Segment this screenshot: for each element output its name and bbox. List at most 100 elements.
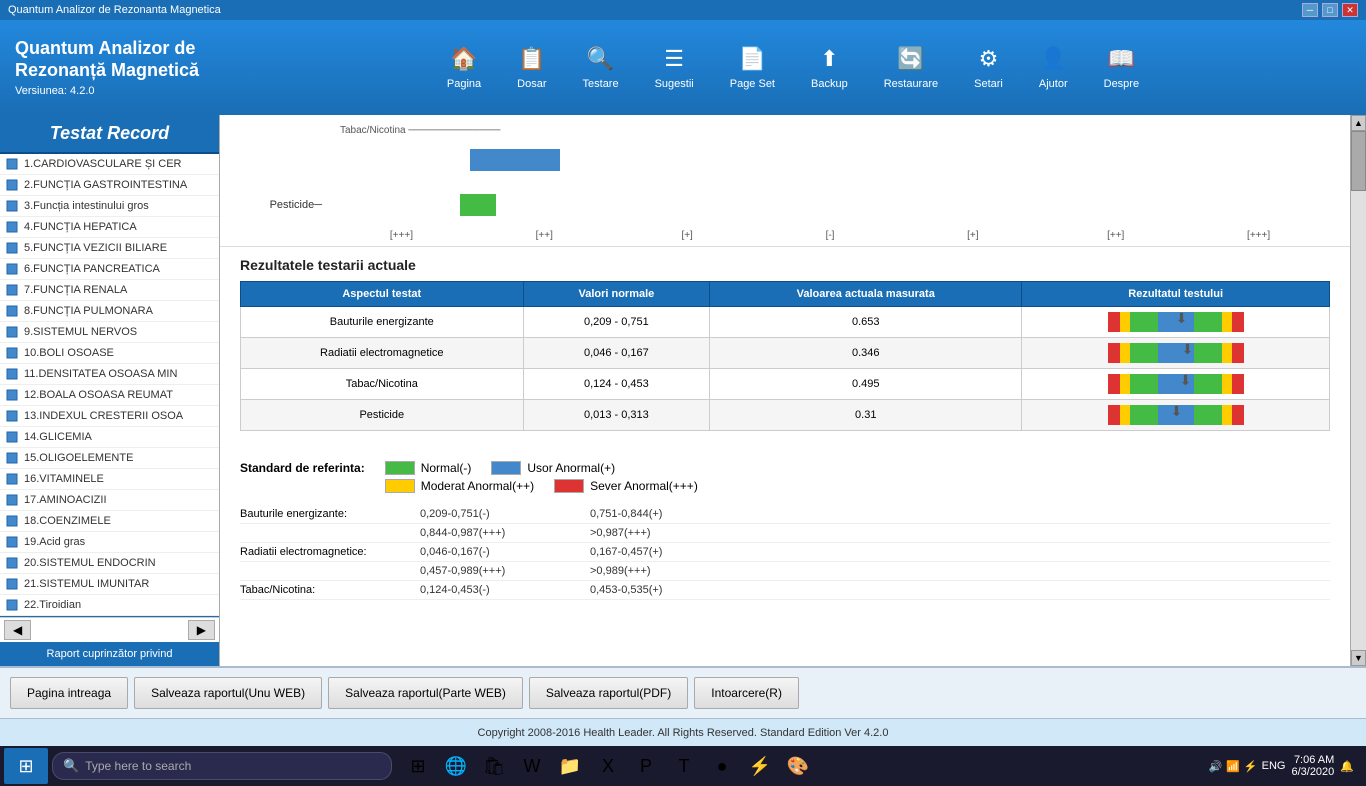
scroll-track[interactable] <box>1351 131 1366 650</box>
sidebar-item-14[interactable]: 14.GLICEMIA <box>0 427 219 448</box>
notifications-icon[interactable]: 🔔 <box>1340 760 1354 773</box>
taskbar-app-misc2[interactable]: 🎨 <box>780 748 816 784</box>
minimize-button[interactable]: ─ <box>1302 3 1318 17</box>
sidebar-item-12[interactable]: 12.BOALA OSOASA REUMAT <box>0 385 219 406</box>
taskbar-app-powerpoint[interactable]: P <box>628 748 664 784</box>
main-layout: Testat Record 1.CARDIOVASCULARE ȘI CER 2… <box>0 115 1366 666</box>
sidebar-item-label-22: 22.Tiroidian <box>24 599 81 611</box>
sidebar-item-18[interactable]: 18.COENZIMELE <box>0 511 219 532</box>
nav-item-testare[interactable]: 🔍Testare <box>565 38 637 98</box>
legend-color-usor <box>491 461 521 475</box>
sidebar-item-label-18: 18.COENZIMELE <box>24 515 111 527</box>
taskbar-app-excel[interactable]: X <box>590 748 626 784</box>
taskbar-app-edge[interactable]: 🌐 <box>438 748 474 784</box>
taskbar-app-misc1[interactable]: ⚡ <box>742 748 778 784</box>
ref-val-radiatii-1: 0,046-0,167(-) <box>420 546 570 558</box>
nav-item-despre[interactable]: 📖 Despre <box>1086 38 1157 98</box>
sidebar-item-5[interactable]: 5.FUNCȚIA VEZICII BILIARE <box>0 238 219 259</box>
nav-item-page_set[interactable]: 📄Page Set <box>712 38 793 98</box>
reference-section: Standard de referinta: Normal(-) Usor An… <box>220 451 1350 610</box>
nav-icon-testare: 🔍 <box>587 46 614 72</box>
nav-item-setari[interactable]: ⚙Setari <box>956 38 1021 98</box>
reference-rows: Bauturile energizante: 0,209-0,751(-) 0,… <box>240 505 1330 600</box>
nav-icon-despre: 📖 <box>1108 46 1135 72</box>
tray-battery-icon: ⚡ <box>1244 760 1258 773</box>
ref-val-tabac-2: 0,453-0,535(+) <box>590 584 740 596</box>
taskbar-app-chrome[interactable]: ● <box>704 748 740 784</box>
ref-row-tabac: Tabac/Nicotina: 0,124-0,453(-) 0,453-0,5… <box>240 581 1330 600</box>
start-button[interactable]: ⊞ <box>4 748 48 784</box>
nav-item-sugestii[interactable]: ☰Sugestii <box>637 38 712 98</box>
sidebar-item-label-3: 3.Funcția intestinului gros <box>24 200 149 212</box>
nav-label-setari: Setari <box>974 78 1003 90</box>
sidebar-item-6[interactable]: 6.FUNCȚIA PANCREATICA <box>0 259 219 280</box>
col-header-result: Rezultatul testului <box>1022 282 1330 307</box>
sidebar-item-22[interactable]: 22.Tiroidian <box>0 595 219 616</box>
sidebar-list[interactable]: 1.CARDIOVASCULARE ȘI CER 2.FUNCȚIA GASTR… <box>0 154 219 617</box>
nav-item-backup[interactable]: ⬆Backup <box>793 38 866 98</box>
nav-item-pagina[interactable]: 🏠Pagina <box>429 38 499 98</box>
sidebar-item-10[interactable]: 10.BOLI OSOASE <box>0 343 219 364</box>
nav-icon-restaurare: 🔄 <box>897 46 924 72</box>
taskbar-app-explorer[interactable]: 📁 <box>552 748 588 784</box>
sidebar-report-btn[interactable]: Raport cuprinzător privind <box>0 642 219 666</box>
sidebar-item-3[interactable]: 3.Funcția intestinului gros <box>0 196 219 217</box>
ref-val-bauturile-4: >0,987(+++) <box>590 527 740 539</box>
nav-label-page_set: Page Set <box>730 78 775 90</box>
ref-label-tabac: Tabac/Nicotina: <box>240 584 400 596</box>
sidebar-item-19[interactable]: 19.Acid gras <box>0 532 219 553</box>
sidebar-item-icon-21 <box>4 576 20 592</box>
nav-label-sugestii: Sugestii <box>655 78 694 90</box>
scroll-down-btn[interactable]: ▼ <box>1351 650 1366 666</box>
pagina-intreaga-btn[interactable]: Pagina intreaga <box>10 677 128 709</box>
legend-label-moderat: Moderat Anormal(++) <box>421 479 534 493</box>
ref-label-bauturile: Bauturile energizante: <box>240 508 400 520</box>
tray-network-icon: 🔊 <box>1209 760 1223 773</box>
taskbar-app-task-view[interactable]: ⊞ <box>400 748 436 784</box>
sidebar-item-16[interactable]: 16.VITAMINELE <box>0 469 219 490</box>
sidebar-item-15[interactable]: 15.OLIGOELEMENTE <box>0 448 219 469</box>
nav-label-dosar: Dosar <box>517 78 546 90</box>
taskbar-app-store[interactable]: 🛍 <box>476 748 512 784</box>
table-row: Tabac/Nicotina 0,124 - 0,453 0.495 ⬇ <box>241 369 1330 400</box>
sidebar-item-7[interactable]: 7.FUNCȚIA RENALA <box>0 280 219 301</box>
sidebar-item-2[interactable]: 2.FUNCȚIA GASTROINTESTINA <box>0 175 219 196</box>
intoarcere-btn[interactable]: Intoarcere(R) <box>694 677 799 709</box>
sidebar-item-21[interactable]: 21.SISTEMUL IMUNITAR <box>0 574 219 595</box>
ref-row-bauturile: Bauturile energizante: 0,209-0,751(-) 0,… <box>240 505 1330 524</box>
cell-actual: 0.653 <box>710 307 1022 338</box>
taskbar-app-teamviewer[interactable]: T <box>666 748 702 784</box>
close-button[interactable]: ✕ <box>1342 3 1358 17</box>
nav-item-dosar[interactable]: 📋Dosar <box>499 38 564 98</box>
content-area[interactable]: Tabac/Nicotina ───────────── Pesticide─ <box>220 115 1350 666</box>
nav-item-ajutor[interactable]: 👤Ajutor <box>1021 38 1086 98</box>
sidebar-item-13[interactable]: 13.INDEXUL CRESTERII OSOA <box>0 406 219 427</box>
chart-row-tabac <box>240 140 1330 180</box>
sidebar-item-20[interactable]: 20.SISTEMUL ENDOCRIN <box>0 553 219 574</box>
sidebar-item-1[interactable]: 1.CARDIOVASCULARE ȘI CER <box>0 154 219 175</box>
sidebar-item-icon-1 <box>4 156 20 172</box>
nav-label-despre: Despre <box>1104 78 1139 90</box>
sidebar-next-btn[interactable]: ▶ <box>188 620 215 640</box>
sidebar-item-17[interactable]: 17.AMINOACIZII <box>0 490 219 511</box>
save-pdf-btn[interactable]: Salveaza raportul(PDF) <box>529 677 688 709</box>
title-bar-controls[interactable]: ─ □ ✕ <box>1302 3 1358 17</box>
sidebar-prev-btn[interactable]: ◀ <box>4 620 31 640</box>
sidebar-item-9[interactable]: 9.SISTEMUL NERVOS <box>0 322 219 343</box>
scrollbar[interactable]: ▲ ▼ <box>1350 115 1366 666</box>
sidebar-item-8[interactable]: 8.FUNCȚIA PULMONARA <box>0 301 219 322</box>
sidebar-item-4[interactable]: 4.FUNCȚIA HEPATICA <box>0 217 219 238</box>
maximize-button[interactable]: □ <box>1322 3 1338 17</box>
taskbar-search[interactable]: 🔍 Type here to search <box>52 752 392 780</box>
scroll-up-btn[interactable]: ▲ <box>1351 115 1366 131</box>
sidebar-item-11[interactable]: 11.DENSITATEA OSOASA MIN <box>0 364 219 385</box>
scroll-thumb[interactable] <box>1351 131 1366 191</box>
results-title: Rezultatele testarii actuale <box>240 257 1330 273</box>
nav-item-restaurare[interactable]: 🔄Restaurare <box>866 38 956 98</box>
ref-row-radiatii-2: 0,457-0,989(+++) >0,989(+++) <box>240 562 1330 581</box>
cell-actual: 0.31 <box>710 400 1022 431</box>
save-unu-btn[interactable]: Salveaza raportul(Unu WEB) <box>134 677 322 709</box>
app-footer: Copyright 2008-2016 Health Leader. All R… <box>0 718 1366 746</box>
taskbar-app-word[interactable]: W <box>514 748 550 784</box>
save-parte-btn[interactable]: Salveaza raportul(Parte WEB) <box>328 677 523 709</box>
